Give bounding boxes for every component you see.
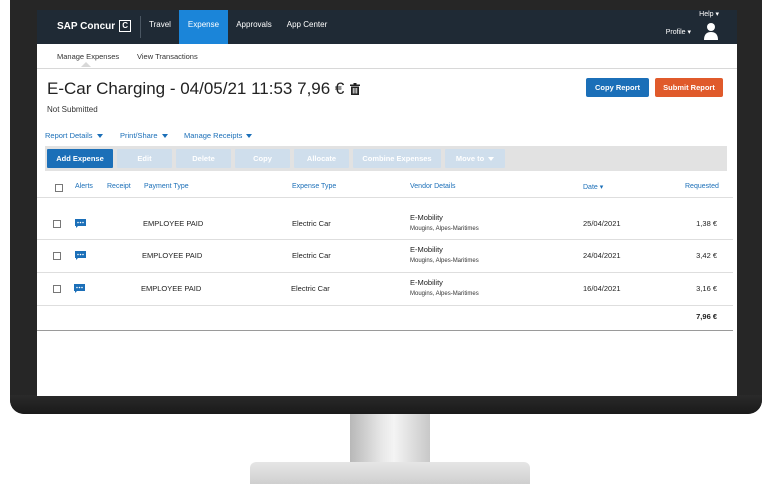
row-divider [37,239,733,240]
col-requested[interactable]: Requested [685,183,719,190]
allocate-button[interactable]: Allocate [294,149,349,168]
payment-type: EMPLOYEE PAID [142,251,203,260]
expense-toolbar: Add Expense Edit Delete Copy Allocate Co… [45,146,727,171]
expense-date: 25/04/2021 [583,219,621,228]
move-to-label: Move to [455,154,485,163]
report-details-label: Report Details [45,131,93,140]
select-all-checkbox[interactable] [55,184,63,192]
print-share-menu[interactable]: Print/Share [120,131,168,140]
brand-logo[interactable]: SAP Concur C [57,20,132,32]
expense-type: Electric Car [291,284,330,293]
report-total: 7,96 € [696,312,717,321]
row-checkbox[interactable] [53,220,61,228]
manage-receipts-label: Manage Receipts [184,131,243,140]
profile-menu[interactable]: Profile ▾ [666,28,691,36]
expense-date: 24/04/2021 [583,251,621,260]
copy-report-button[interactable]: Copy Report [586,78,649,97]
edit-button[interactable]: Edit [117,149,172,168]
chevron-down-icon [96,133,103,138]
comment-icon[interactable] [75,219,86,228]
expense-amount: 3,16 € [696,284,717,293]
vendor-name: E-Mobility [410,245,443,254]
vendor-location: Mougins, Alpes-Maritimes [410,226,479,232]
vendor-location: Mougins, Alpes-Maritimes [410,258,479,264]
report-details-menu[interactable]: Report Details [45,131,103,140]
col-expense-type[interactable]: Expense Type [292,183,336,190]
sub-nav: Manage Expenses View Transactions [37,44,737,69]
help-menu[interactable]: Help ▾ [699,10,719,18]
row-checkbox[interactable] [53,285,61,293]
brand-mark-icon: C [119,20,132,32]
monitor-stand-neck [350,410,430,468]
nav-item-expense[interactable]: Expense [179,10,228,44]
expense-amount: 1,38 € [696,219,717,228]
row-checkbox[interactable] [53,252,61,260]
nav-item-approvals[interactable]: Approvals [228,10,280,44]
report-title: E-Car Charging - 04/05/21 11:53 7,96 € [47,79,345,98]
add-expense-button[interactable]: Add Expense [47,149,113,168]
move-to-button[interactable]: Move to [445,149,505,168]
top-nav: SAP Concur C Travel Expense Approvals Ap… [37,10,737,44]
brand-name: SAP Concur [57,20,116,32]
col-date[interactable]: Date ▾ [583,183,603,191]
row-divider [37,197,733,198]
trash-icon[interactable] [350,83,361,95]
monitor-bezel-bottom [10,395,762,414]
subnav-view-transactions[interactable]: View Transactions [137,52,198,61]
chevron-down-icon [161,133,168,138]
col-vendor-details[interactable]: Vendor Details [410,183,456,190]
payment-type: EMPLOYEE PAID [143,219,204,228]
copy-button[interactable]: Copy [235,149,290,168]
vendor-name: E-Mobility [410,278,443,287]
row-divider [37,305,733,306]
expense-date: 16/04/2021 [583,284,621,293]
total-divider [37,330,733,331]
manage-receipts-menu[interactable]: Manage Receipts [184,131,253,140]
payment-type: EMPLOYEE PAID [141,284,202,293]
report-title-row: E-Car Charging - 04/05/21 11:53 7,96 € [47,79,361,99]
monitor-stand-base [250,462,530,484]
user-avatar-icon[interactable] [703,22,719,40]
combine-expenses-button[interactable]: Combine Expenses [353,149,441,168]
expense-type: Electric Car [292,219,331,228]
report-status: Not Submitted [47,105,98,114]
screen: SAP Concur C Travel Expense Approvals Ap… [37,10,737,396]
chevron-down-icon [246,133,253,138]
col-alerts[interactable]: Alerts [75,183,93,190]
vendor-name: E-Mobility [410,213,443,222]
report-content: E-Car Charging - 04/05/21 11:53 7,96 € N… [37,69,737,396]
expense-type: Electric Car [292,251,331,260]
vendor-location: Mougins, Alpes-Maritimes [410,291,479,297]
row-divider [37,272,733,273]
col-receipt[interactable]: Receipt [107,183,131,190]
comment-icon[interactable] [75,251,86,260]
submit-report-button[interactable]: Submit Report [655,78,723,97]
subnav-manage-expenses[interactable]: Manage Expenses [57,52,119,61]
chevron-down-icon [488,157,495,162]
nav-item-travel[interactable]: Travel [141,10,179,44]
active-tab-caret [81,62,91,67]
print-share-label: Print/Share [120,131,158,140]
expense-amount: 3,42 € [696,251,717,260]
delete-button[interactable]: Delete [176,149,231,168]
nav-item-app-center[interactable]: App Center [282,10,332,44]
comment-icon[interactable] [74,284,85,293]
col-payment-type[interactable]: Payment Type [144,183,189,190]
